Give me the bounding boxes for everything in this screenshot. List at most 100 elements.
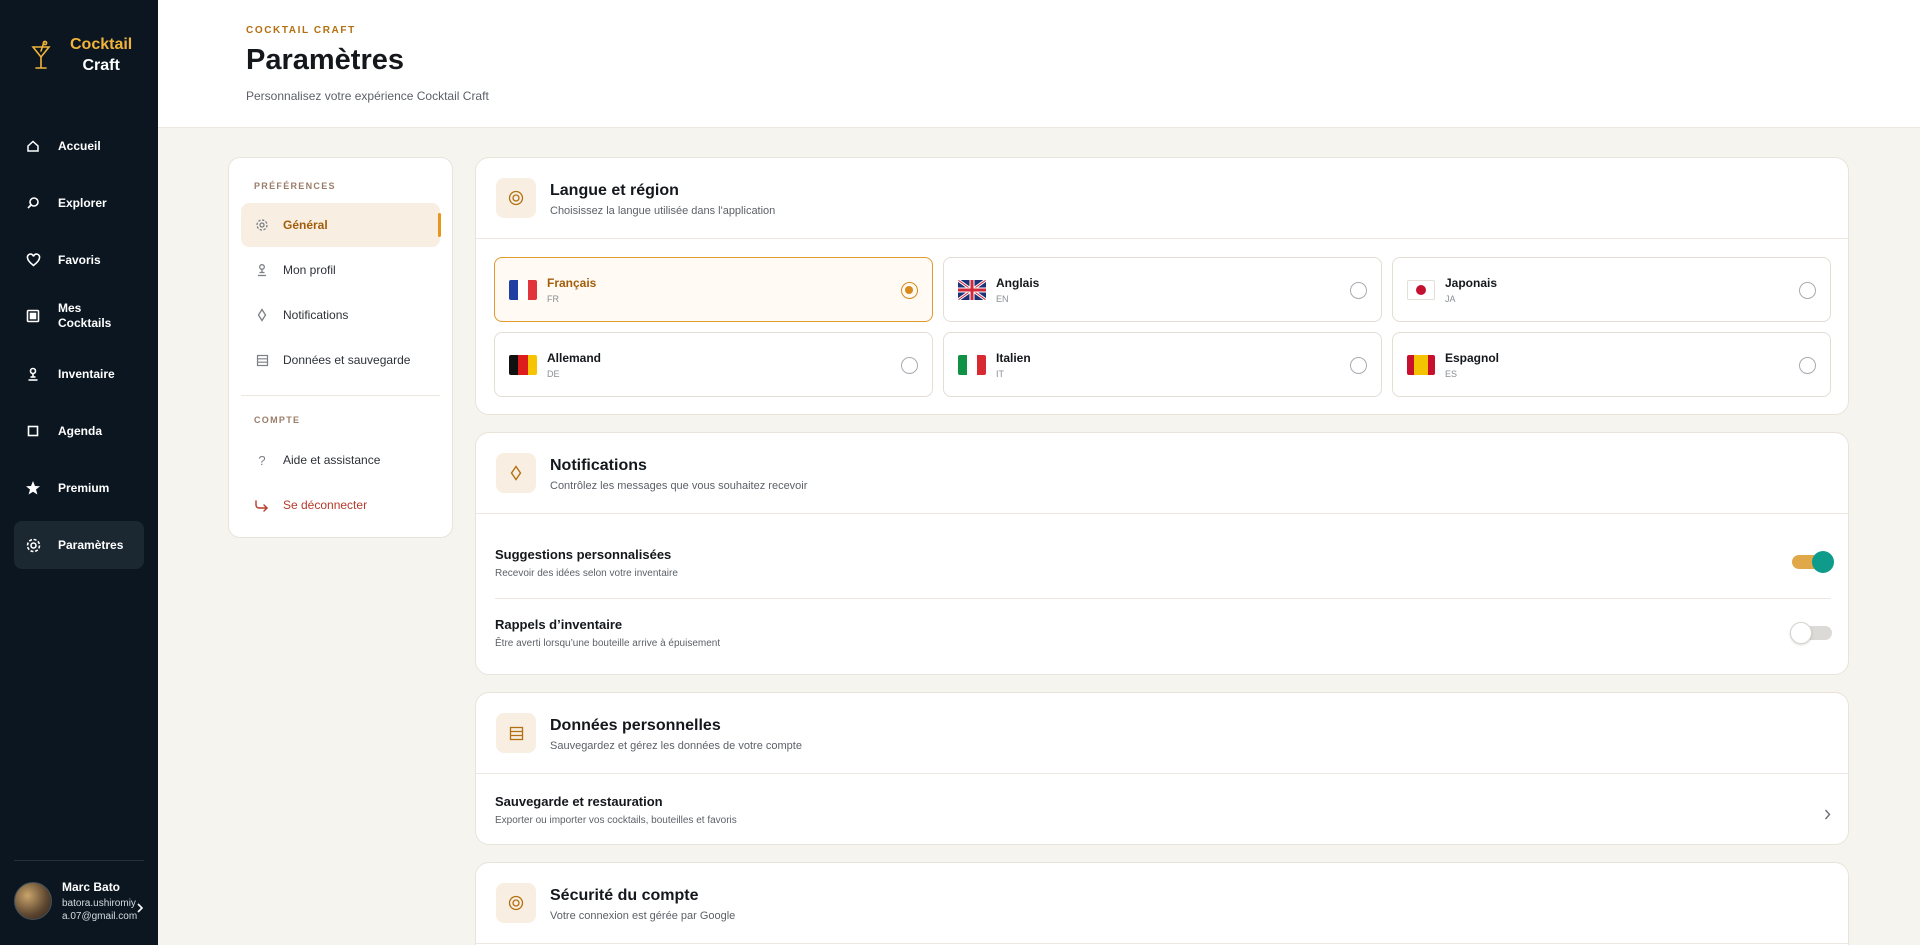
settings-item-label: Données et sauvegarde xyxy=(283,353,411,367)
nav-item-mes-cocktails[interactable]: Mes Cocktails xyxy=(14,292,144,340)
nav-label: Inventaire xyxy=(58,366,115,381)
language-radio[interactable] xyxy=(1799,357,1816,374)
backup-restore-row[interactable]: Sauvegarde et restauration Exporter ou i… xyxy=(476,774,1848,844)
language-name: Français xyxy=(547,276,597,290)
diamond-icon xyxy=(496,453,536,493)
star-icon xyxy=(14,480,50,496)
language-name: Anglais xyxy=(996,276,1040,290)
toggle-knob xyxy=(1812,551,1834,573)
nav-item-accueil[interactable]: Accueil xyxy=(14,122,144,170)
settings-item-notifications[interactable]: Notifications xyxy=(241,293,440,337)
nav-item-agenda[interactable]: Agenda xyxy=(14,407,144,455)
language-code: DE xyxy=(547,369,560,379)
language-option-fr[interactable]: Français FR xyxy=(494,257,933,322)
row-title: Rappels d’inventaire xyxy=(495,617,623,632)
nav-label: Premium xyxy=(58,480,110,495)
user-profile[interactable]: Marc Bato batora.ushiromiya.07@gmail.com xyxy=(14,880,148,923)
settings-item-label: Aide et assistance xyxy=(283,453,381,467)
storage-icon xyxy=(241,354,279,367)
card-title: Notifications xyxy=(550,457,647,474)
diamond-icon xyxy=(241,308,279,322)
settings-item-label: Mon profil xyxy=(283,263,336,277)
nav-item-favoris[interactable]: Favoris xyxy=(14,236,144,284)
settings-item-label: Se déconnecter xyxy=(283,498,368,512)
nav-label: Accueil xyxy=(58,138,101,153)
calendar-icon xyxy=(14,425,50,437)
cocktails-icon xyxy=(14,309,50,323)
language-radio[interactable] xyxy=(1350,357,1367,374)
language-code: IT xyxy=(996,369,1004,379)
language-name: Espagnol xyxy=(1445,351,1500,365)
toggle-knob xyxy=(1790,622,1812,644)
notifications-card: Notifications Contrôlez les messages que… xyxy=(475,432,1849,675)
flag-de-icon xyxy=(509,355,537,375)
nav-item-inventaire[interactable]: Inventaire xyxy=(14,350,144,398)
logout-button[interactable]: Se déconnecter xyxy=(241,483,440,527)
row-desc: Recevoir des idées selon votre inventair… xyxy=(495,568,678,579)
target-icon xyxy=(496,883,536,923)
security-card: Sécurité du compte Votre connexion est g… xyxy=(475,862,1849,945)
language-card-header: Langue et région Choisissez la langue ut… xyxy=(476,158,1848,239)
flag-es-icon xyxy=(1407,355,1435,375)
settings-item-general[interactable]: Général xyxy=(241,203,441,247)
home-icon xyxy=(14,139,50,153)
language-option-ja[interactable]: Japonais JA xyxy=(1392,257,1831,322)
nav-label: Agenda xyxy=(58,423,103,438)
language-code: FR xyxy=(547,294,559,304)
flag-jp-icon xyxy=(1407,280,1435,300)
logout-icon xyxy=(241,499,279,512)
language-option-es[interactable]: Espagnol ES xyxy=(1392,332,1831,397)
gear-icon xyxy=(14,537,50,554)
chevron-right-icon xyxy=(1824,807,1831,825)
language-name: Italien xyxy=(996,351,1031,365)
language-radio[interactable] xyxy=(1799,282,1816,299)
language-name: Japonais xyxy=(1445,276,1498,290)
storage-icon xyxy=(496,713,536,753)
page-subtitle: Personnalisez votre expérience Cocktail … xyxy=(246,89,489,103)
page-header: COCKTAIL CRAFT Paramètres Personnalisez … xyxy=(158,0,1920,128)
nav-item-premium[interactable]: Premium xyxy=(14,464,144,512)
language-radio[interactable] xyxy=(1350,282,1367,299)
flag-fr-icon xyxy=(509,280,537,300)
language-code: EN xyxy=(996,294,1009,304)
app-name-line2: Craft xyxy=(82,57,120,74)
chevron-right-icon[interactable] xyxy=(136,900,144,918)
security-card-header: Sécurité du compte Votre connexion est g… xyxy=(476,863,1848,944)
nav-item-explorer[interactable]: Explorer xyxy=(14,179,144,227)
heart-icon xyxy=(14,253,50,267)
app-name-line1: Cocktail xyxy=(70,36,133,53)
card-title: Langue et région xyxy=(550,182,679,199)
settings-section-preferences: PRÉFÉRENCES xyxy=(254,181,336,191)
card-title: Données personnelles xyxy=(550,717,721,734)
card-subtitle: Choisissez la langue utilisée dans l'app… xyxy=(550,205,776,217)
card-subtitle: Votre connexion est gérée par Google xyxy=(550,910,736,922)
notification-row-rappels: Rappels d’inventaire Être averti lorsqu’… xyxy=(495,617,1831,649)
suggestions-toggle[interactable] xyxy=(1792,551,1834,573)
search-icon xyxy=(14,196,50,210)
nav-label: Mes Cocktails xyxy=(58,301,112,330)
settings-item-donnees[interactable]: Données et sauvegarde xyxy=(241,338,440,382)
settings-nav: PRÉFÉRENCES Général Mon profil Notificat… xyxy=(228,157,453,538)
rappels-toggle[interactable] xyxy=(1790,622,1832,644)
card-subtitle: Sauvegardez et gérez les données de votr… xyxy=(550,740,802,752)
language-option-en[interactable]: Anglais EN xyxy=(943,257,1382,322)
row-divider xyxy=(495,598,1831,599)
app-logo[interactable]: Cocktail Craft xyxy=(28,34,132,76)
language-option-de[interactable]: Allemand DE xyxy=(494,332,933,397)
settings-item-label: Général xyxy=(283,218,328,232)
language-code: ES xyxy=(1445,369,1458,379)
question-icon: ? xyxy=(258,452,266,468)
settings-item-aide[interactable]: ? Aide et assistance xyxy=(241,438,440,482)
nav-item-parametres[interactable]: Paramètres xyxy=(14,521,144,569)
backup-restore-text: Sauvegarde et restauration Exporter ou i… xyxy=(495,794,1831,826)
user-name: Marc Bato xyxy=(62,880,121,894)
user-icon xyxy=(241,263,279,277)
language-radio[interactable] xyxy=(901,357,918,374)
language-radio[interactable] xyxy=(901,282,918,299)
personal-data-card-header: Données personnelles Sauvegardez et gére… xyxy=(476,693,1848,774)
avatar xyxy=(14,882,52,920)
language-code: JA xyxy=(1445,294,1456,304)
language-option-it[interactable]: Italien IT xyxy=(943,332,1382,397)
settings-item-mon-profil[interactable]: Mon profil xyxy=(241,248,440,292)
settings-section-account: COMPTE xyxy=(254,415,301,425)
